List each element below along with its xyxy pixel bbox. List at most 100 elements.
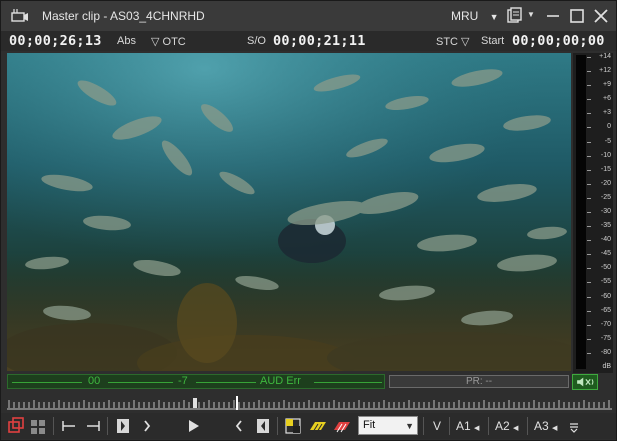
mark-in-icon[interactable] (113, 416, 133, 436)
grid-view-icon[interactable] (29, 416, 47, 436)
start-label: Start (481, 35, 505, 47)
meter-scale-label: dB (602, 363, 611, 370)
yellow-clip-icon[interactable] (307, 416, 329, 436)
track-a2-label: A2 (495, 419, 510, 433)
play-icon[interactable] (183, 416, 203, 436)
meter-tick (587, 240, 591, 242)
meter-tick (587, 338, 591, 340)
meter-tick (587, 296, 591, 298)
playhead (236, 396, 238, 410)
track-a3-button[interactable]: A3 ◀ (534, 416, 557, 436)
speaker-icon[interactable] (572, 374, 598, 390)
meter-scale-label: -55 (600, 278, 611, 286)
audio-status-bar: 00 -7 AUD Err (7, 374, 385, 389)
meter-tick (587, 183, 591, 185)
meter-scale-label: -50 (600, 264, 611, 272)
meter-bar (576, 55, 586, 369)
pr-field: PR: -- (389, 375, 569, 388)
track-a1-button[interactable]: A1 ◀ (456, 416, 479, 436)
meter-tick (587, 127, 591, 129)
meter-scale-label: -10 (600, 151, 611, 159)
meter-tick (587, 212, 591, 213)
meter-tick (587, 57, 591, 58)
go-to-in-icon[interactable] (59, 416, 79, 436)
position-marker (193, 398, 197, 408)
meter-tick (587, 85, 591, 87)
so-label: S/O (247, 35, 266, 47)
zoom-select-value: Fit (363, 419, 376, 431)
meter-scale-label: +3 (603, 109, 611, 117)
meter-scale-label: -60 (600, 292, 611, 300)
stc-selector[interactable]: STC ▽ (436, 35, 470, 48)
meter-scale-label: -20 (600, 179, 611, 187)
main-timecode-mode[interactable]: Abs (117, 35, 136, 47)
audio-status-mid: -7 (178, 375, 188, 387)
meter-tick (587, 197, 591, 199)
meter-scale-label: -45 (600, 250, 611, 258)
red-clip-icon[interactable] (331, 416, 353, 436)
audio-status-left: 00 (88, 375, 101, 387)
title-bar: Master clip - AS03_4CHNRHD MRU ▼ ▼ (1, 1, 616, 31)
red-mark-icon[interactable] (7, 416, 27, 436)
otc-selector[interactable]: ▽ OTC (151, 35, 186, 48)
meter-scale-label: 0 (607, 123, 611, 131)
mru-label: MRU (451, 9, 479, 23)
meter-scale-label: +6 (603, 95, 611, 103)
zoom-select[interactable]: Fit ▼ (358, 416, 418, 435)
meter-tick (587, 324, 591, 326)
clipboard-icon[interactable] (505, 6, 525, 26)
meter-tick (587, 141, 591, 143)
arrow-left-icon: ◀ (552, 425, 558, 432)
main-timecode[interactable]: 00;00;26;13 (9, 33, 102, 49)
meter-scale-label: -65 (600, 306, 611, 314)
start-timecode[interactable]: 00;00;00;00 (512, 33, 605, 49)
meter-tick (587, 113, 591, 115)
meter-tick (587, 169, 591, 171)
meter-scale-label: -75 (600, 334, 611, 342)
mru-menu[interactable]: MRU ▼ (451, 9, 499, 23)
step-back-icon[interactable] (137, 416, 157, 436)
meter-scale-label: -5 (604, 137, 611, 145)
status-row: 00 -7 AUD Err PR: -- (7, 373, 612, 391)
meter-tick (587, 155, 591, 157)
meter-scale-label: +12 (599, 67, 611, 75)
meter-tick (587, 268, 591, 270)
mark-out-icon[interactable] (253, 416, 273, 436)
meter-tick (587, 71, 591, 73)
so-timecode[interactable]: 00;00;21;11 (273, 33, 366, 49)
master-clip-window: Master clip - AS03_4CHNRHD MRU ▼ ▼ 00;00… (0, 0, 617, 441)
meter-tick (587, 282, 591, 284)
arrow-left-icon: ◀ (513, 425, 519, 432)
transport-toolbar: Fit ▼ V A1 ◀ A2 ◀ A3 ◀ (1, 413, 616, 439)
meter-scale-label: -80 (600, 348, 611, 356)
meter-tick (587, 352, 591, 354)
timeline-scrubber[interactable] (7, 396, 612, 412)
meter-tick (587, 310, 591, 312)
video-viewer[interactable] (7, 53, 571, 371)
chevron-down-icon: ▼ (405, 421, 414, 431)
meter-tick (587, 254, 591, 256)
meter-tick (587, 99, 591, 101)
track-a3-label: A3 (534, 419, 549, 433)
maximize-icon[interactable] (567, 6, 587, 26)
clip-window-icon (11, 9, 28, 22)
chevron-down-icon: ▼ (489, 12, 499, 22)
track-a1-label: A1 (456, 419, 471, 433)
set-mark-icon[interactable] (283, 416, 303, 436)
track-v-button[interactable]: V (433, 416, 441, 436)
clipboard-chevron-down-icon[interactable]: ▼ (527, 10, 535, 19)
meter-scale-label: -35 (600, 222, 611, 230)
track-menu-icon[interactable] (567, 416, 581, 436)
go-to-out-icon[interactable] (83, 416, 103, 436)
minimize-icon[interactable] (543, 6, 563, 26)
window-title: Master clip - AS03_4CHNRHD (42, 9, 205, 23)
video-frame-image (7, 53, 571, 371)
track-a2-button[interactable]: A2 ◀ (495, 416, 518, 436)
close-icon[interactable] (591, 6, 611, 26)
meter-scale-label: -25 (600, 193, 611, 201)
meter-scale-label: -40 (600, 236, 611, 244)
meter-tick (587, 226, 591, 228)
audio-status-right: AUD Err (260, 375, 301, 387)
step-forward-icon[interactable] (229, 416, 249, 436)
meter-scale-label: +14 (599, 53, 611, 60)
